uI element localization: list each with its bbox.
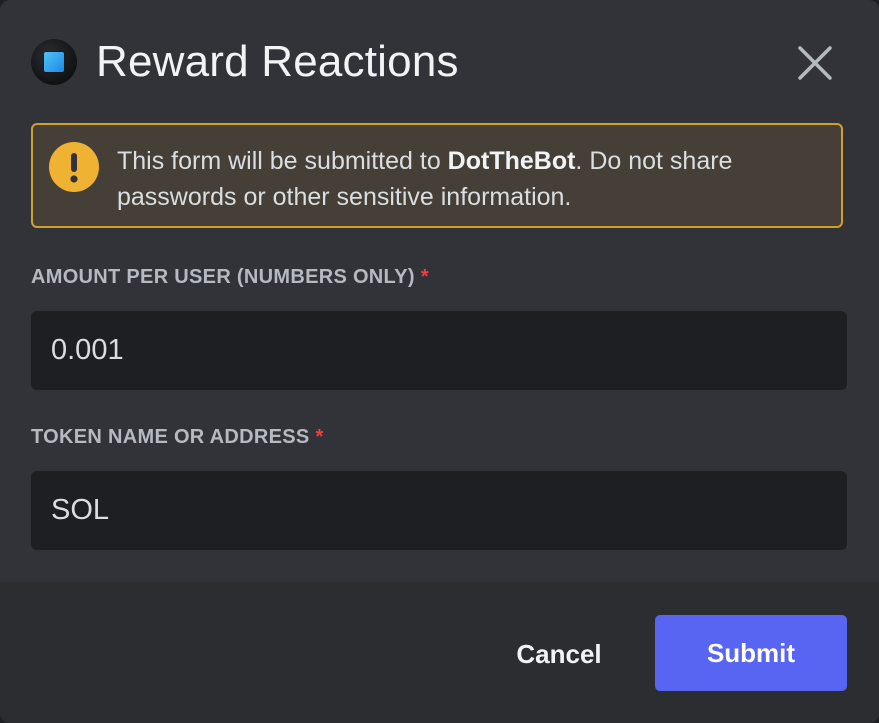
submit-button[interactable]: Submit (655, 615, 847, 691)
amount-label: AMOUNT PER USER (NUMBERS ONLY) * (31, 266, 429, 289)
token-label: TOKEN NAME OR ADDRESS * (31, 426, 324, 449)
required-asterisk: * (420, 266, 429, 288)
close-icon (798, 46, 832, 80)
required-asterisk: * (315, 426, 324, 448)
amount-label-text: AMOUNT PER USER (NUMBERS ONLY) (31, 266, 415, 288)
warning-text: This form will be submitted to DotTheBot… (117, 143, 817, 215)
close-button[interactable] (792, 40, 838, 86)
amount-input[interactable] (31, 311, 847, 390)
warning-prefix: This form will be submitted to (117, 147, 448, 175)
app-square-icon (44, 52, 64, 72)
reward-reactions-modal: Reward Reactions This form will be submi… (0, 0, 879, 723)
app-avatar (31, 39, 77, 85)
bot-name: DotTheBot (447, 147, 576, 175)
warning-notice: This form will be submitted to DotTheBot… (31, 123, 843, 228)
token-input[interactable] (31, 471, 847, 550)
modal-header: Reward Reactions (0, 0, 879, 124)
cancel-button[interactable]: Cancel (488, 616, 630, 692)
token-label-text: TOKEN NAME OR ADDRESS (31, 426, 310, 448)
modal-title: Reward Reactions (96, 37, 459, 86)
modal-footer: Cancel Submit (0, 582, 879, 723)
exclamation-icon (49, 142, 99, 192)
